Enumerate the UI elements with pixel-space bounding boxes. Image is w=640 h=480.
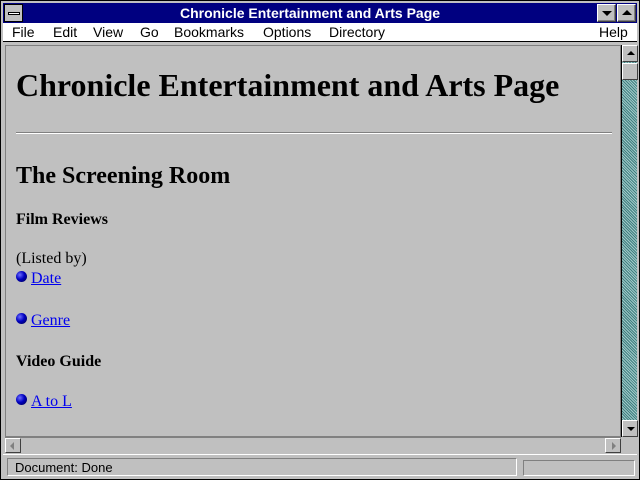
menu-go-label: Go (140, 24, 159, 40)
a-to-l-link[interactable]: A to L (31, 393, 72, 410)
scroll-right-button[interactable] (605, 438, 621, 453)
window-title: Chronicle Entertainment and Arts Page (179, 5, 441, 21)
menu-view[interactable]: View (93, 24, 123, 40)
right-arrow-icon (612, 442, 616, 450)
date-link[interactable]: Date (31, 270, 61, 287)
menu-directory[interactable]: Directory (329, 24, 385, 40)
vertical-scroll-thumb[interactable] (622, 63, 638, 80)
listed-by-note: (Listed by) (16, 250, 87, 267)
blue-ball-bullet-icon (16, 271, 27, 282)
title-bar[interactable]: Chronicle Entertainment and Arts Page (3, 3, 637, 23)
minimize-arrow-icon (602, 11, 612, 16)
blue-ball-bullet-icon (16, 394, 27, 405)
video-guide-heading: Video Guide (16, 353, 102, 370)
film-reviews-heading: Film Reviews (16, 211, 108, 228)
scroll-left-button[interactable] (5, 438, 21, 453)
left-arrow-icon (10, 442, 14, 450)
menu-options[interactable]: Options (263, 24, 311, 40)
system-menu-icon (8, 12, 20, 15)
up-arrow-icon (627, 51, 635, 55)
section-title: The Screening Room (16, 163, 231, 189)
scroll-up-button[interactable] (622, 45, 638, 62)
menu-bookmarks-label: Bookmarks (174, 24, 245, 40)
menu-help[interactable]: Help (599, 24, 628, 40)
down-arrow-icon (627, 427, 635, 431)
progress-indicator (523, 460, 635, 476)
page-content[interactable]: Chronicle Entertainment and Arts Page Th… (5, 45, 621, 437)
page-heading: Chronicle Entertainment and Arts Page (16, 67, 560, 103)
scrollbar-corner (621, 437, 637, 453)
system-menu-button[interactable] (4, 4, 23, 22)
menu-options-label: Options (263, 24, 312, 40)
menu-file[interactable]: File (12, 24, 35, 40)
maximize-arrow-icon (622, 10, 632, 15)
menu-view-label: View (93, 24, 124, 40)
menu-bookmarks[interactable]: Bookmarks (174, 24, 244, 40)
list-item: Genre (16, 312, 70, 330)
list-item: A to L (16, 393, 72, 411)
minimize-button[interactable] (597, 4, 616, 22)
browser-window: Chronicle Entertainment and Arts Page Fi… (0, 0, 640, 480)
status-text: Document: Done (7, 458, 517, 476)
menu-help-label: Help (599, 24, 628, 40)
menu-file-label: File (12, 24, 35, 40)
maximize-button[interactable] (617, 4, 636, 22)
blue-ball-bullet-icon (16, 313, 27, 324)
menu-go[interactable]: Go (140, 24, 159, 40)
vertical-scrollbar[interactable] (621, 45, 638, 437)
horizontal-rule (16, 132, 612, 134)
genre-link[interactable]: Genre (31, 312, 70, 329)
scroll-down-button[interactable] (622, 420, 638, 437)
menu-edit[interactable]: Edit (53, 24, 77, 40)
menu-directory-label: Directory (329, 24, 386, 40)
status-bar: Document: Done (3, 454, 637, 479)
horizontal-scrollbar[interactable] (5, 437, 621, 453)
menu-bar: File Edit View Go Bookmarks Options Dire… (3, 23, 637, 42)
menu-edit-label: Edit (53, 24, 78, 40)
list-item: Date (16, 270, 61, 288)
